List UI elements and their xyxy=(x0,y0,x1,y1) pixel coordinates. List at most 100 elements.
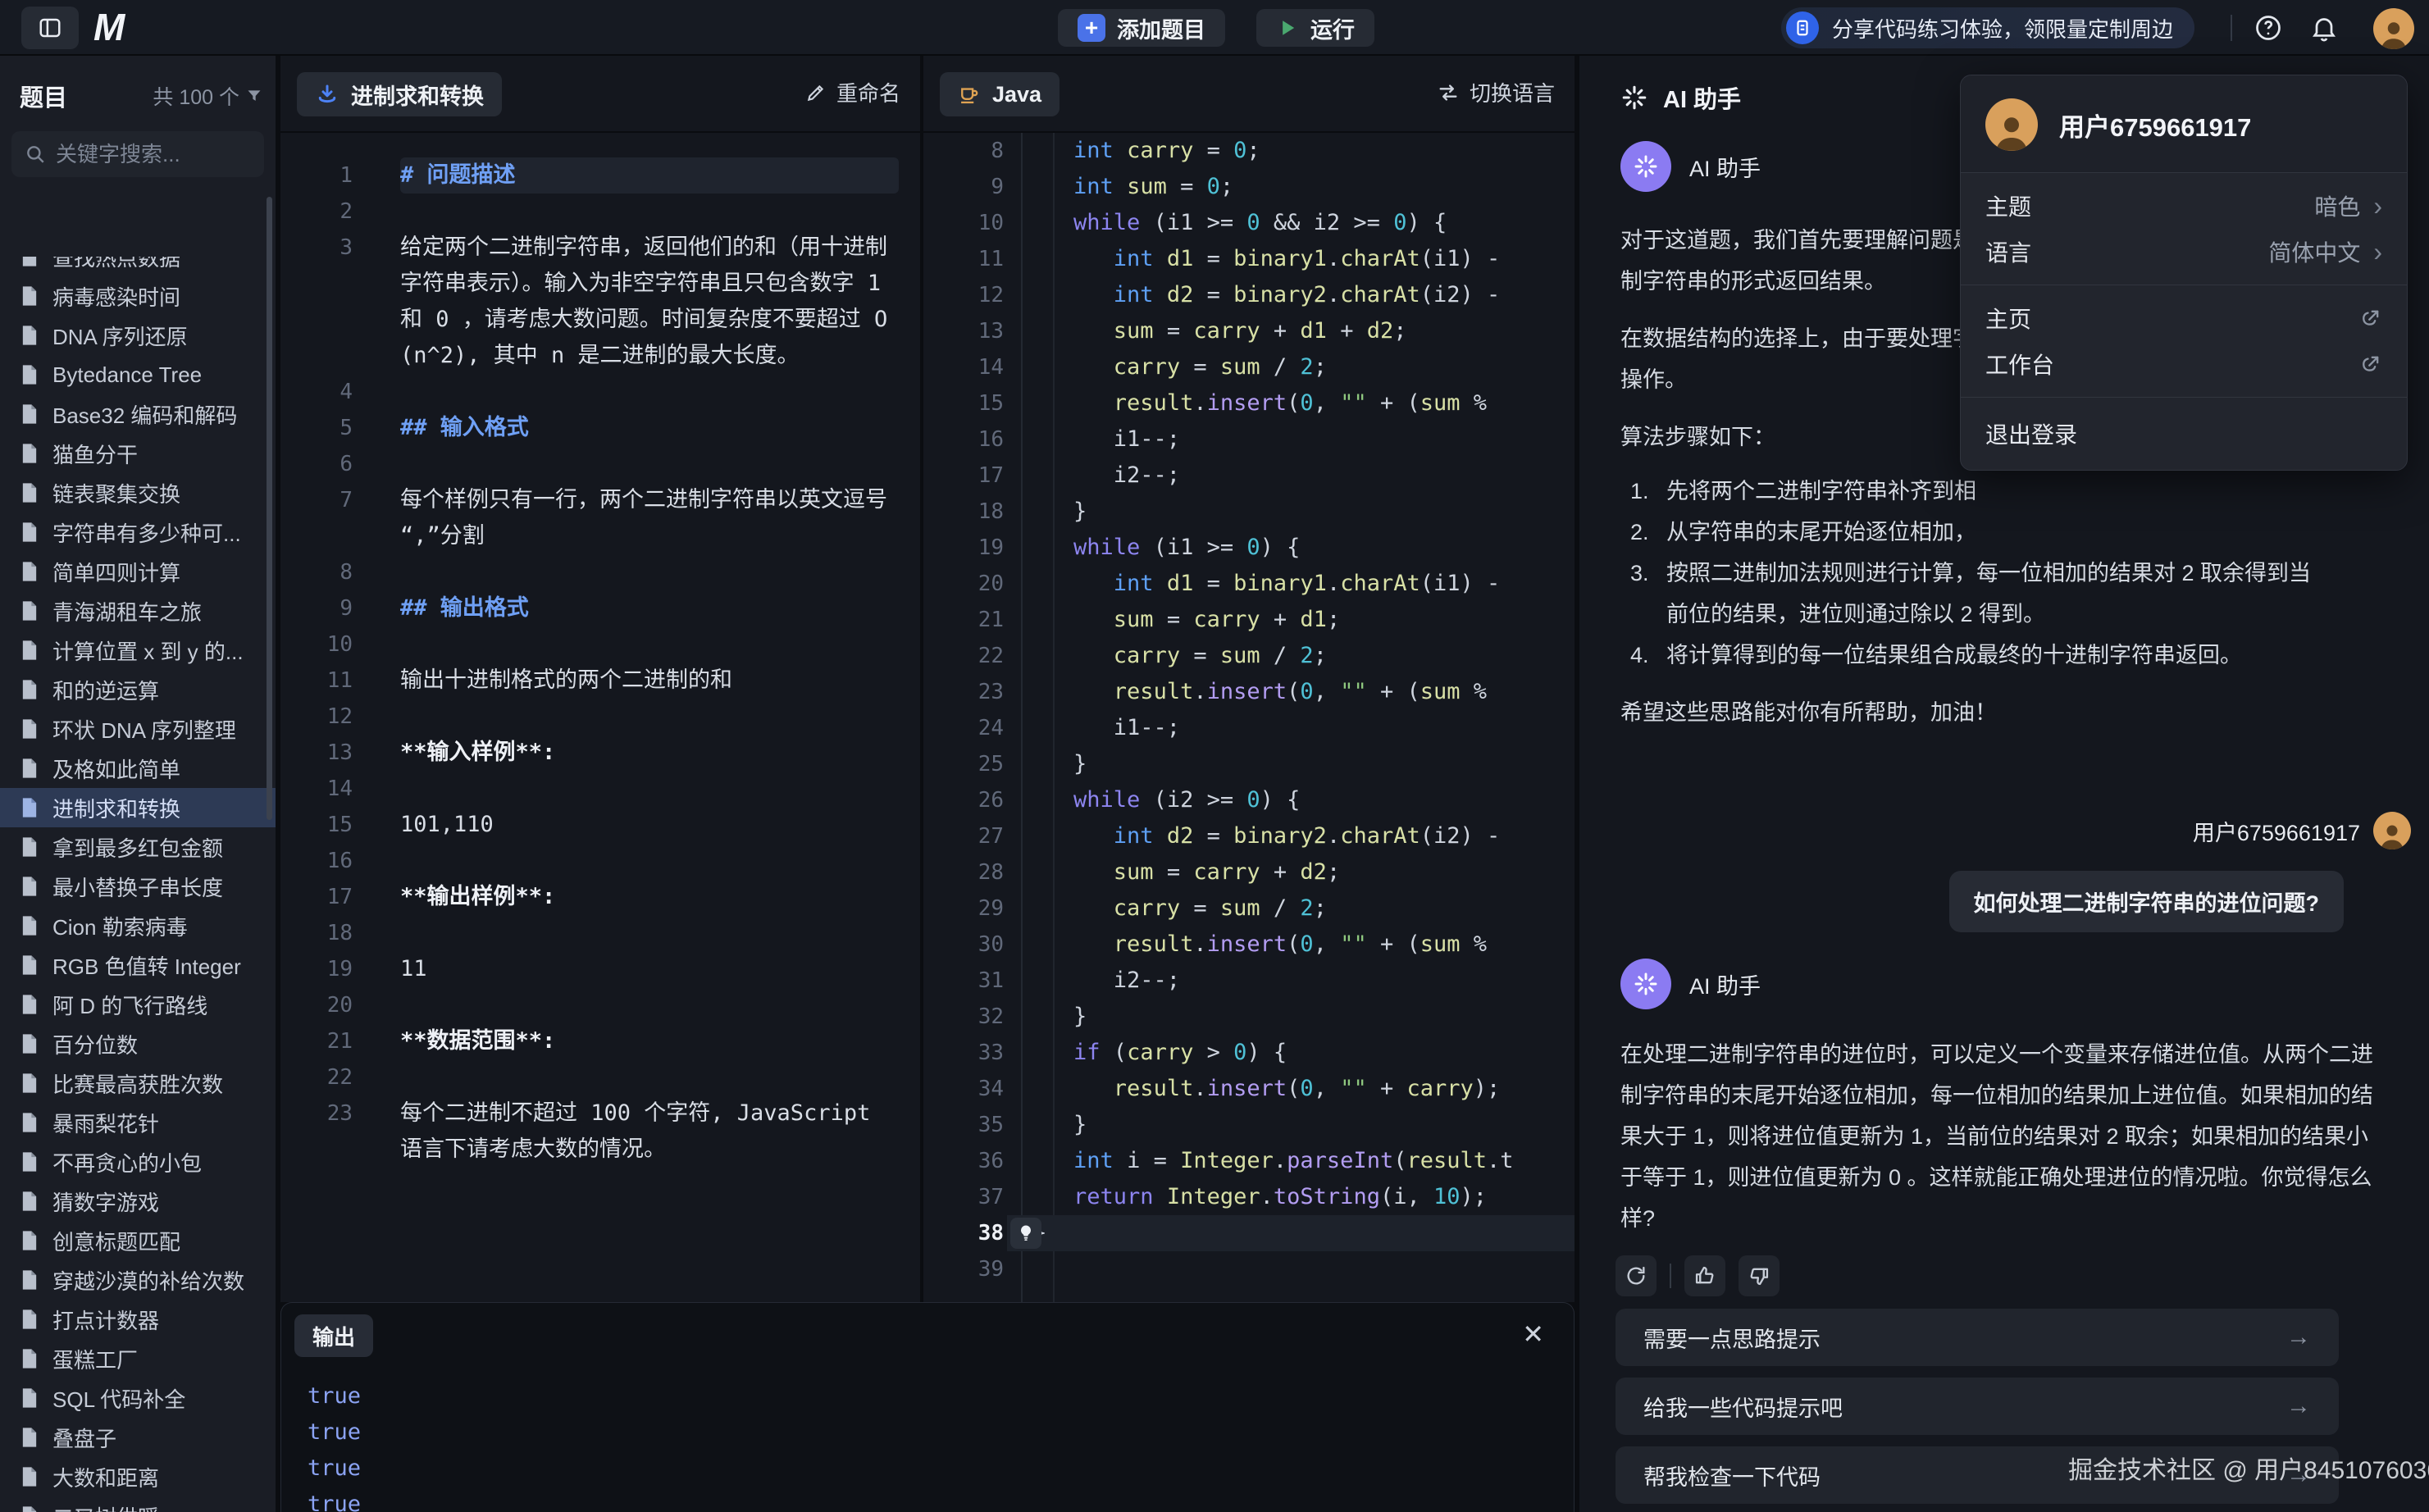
close-icon[interactable]: ✕ xyxy=(1522,1321,1544,1347)
menu-item-home[interactable]: 主页 xyxy=(1961,295,2407,341)
switch-language-button[interactable]: 切换语言 xyxy=(1437,77,1555,107)
sidebar-item[interactable]: 拿到最多红包金额 xyxy=(0,827,276,867)
sidebar-item[interactable]: 不再贪心的小包 xyxy=(0,1142,276,1182)
sidebar-item[interactable]: 比赛最高获胜次数 xyxy=(0,1063,276,1103)
sidebar-item[interactable]: 字符串有多少种可... xyxy=(0,512,276,552)
code-line-text: } xyxy=(1020,746,1087,782)
line-number: 20 xyxy=(923,566,1004,602)
menu-item-theme[interactable]: 主题 暗色 › xyxy=(1961,183,2407,229)
sidebar-item[interactable]: Cion 勒索病毒 xyxy=(0,906,276,945)
regenerate-button[interactable] xyxy=(1616,1255,1657,1296)
sidebar-item[interactable]: 阿 D 的飞行路线 xyxy=(0,985,276,1024)
ai-assistant-name: AI 助手 xyxy=(1689,968,1761,1000)
sidebar-item[interactable]: 叠盘子 xyxy=(0,1418,276,1457)
sidebar-item-label: 拿到最多红包金额 xyxy=(52,832,223,863)
user-dropdown-menu: 用户6759661917 主题 暗色 › 语言 简体中文 › 主页 工作台 xyxy=(1960,75,2408,471)
code-line-text: i2--; xyxy=(1020,963,1180,999)
problem-line: 1# 问题描述 xyxy=(280,157,920,194)
download-icon xyxy=(315,82,340,107)
sidebar-item[interactable]: 大数和距离 xyxy=(0,1457,276,1496)
problem-line: 10 xyxy=(280,626,920,663)
rename-button[interactable]: 重命名 xyxy=(805,77,900,107)
output-lines: truetruetruetrue xyxy=(308,1378,361,1512)
document-icon xyxy=(18,1505,41,1512)
sidebar-item[interactable]: 最小替换子串长度 xyxy=(0,867,276,906)
user-avatar[interactable] xyxy=(2373,8,2414,49)
document-icon xyxy=(18,717,41,740)
sidebar-item[interactable]: 创意标题匹配 xyxy=(0,1221,276,1260)
sidebar-item[interactable]: 查找热点数据 xyxy=(0,257,276,276)
sidebar-item[interactable]: 计算位置 x 到 y 的... xyxy=(0,631,276,670)
bell-icon[interactable] xyxy=(2309,13,2339,43)
sidebar-item[interactable]: 链表聚集交换 xyxy=(0,473,276,512)
sidebar-item[interactable]: 病毒感染时间 xyxy=(0,276,276,316)
topbar: M + 添加题目 运行 分享代码练习体验，领限量定制周边 xyxy=(0,0,2429,56)
suggestion-chip[interactable]: 给我一些代码提示吧→ xyxy=(1616,1378,2339,1435)
line-number: 30 xyxy=(923,927,1004,963)
thumbs-down-button[interactable] xyxy=(1739,1255,1780,1296)
sidebar-item[interactable]: 二叉树供暖 xyxy=(0,1496,276,1512)
sidebar-scrollbar[interactable] xyxy=(267,197,272,820)
code-line-text: while (i1 >= 0) { xyxy=(1020,530,1300,566)
problem-tab[interactable]: 进制求和转换 xyxy=(297,72,502,116)
app-logo[interactable]: M xyxy=(93,5,123,49)
sidebar-item[interactable]: 及格如此简单 xyxy=(0,749,276,788)
menu-item-workbench[interactable]: 工作台 xyxy=(1961,341,2407,387)
sidebar-item[interactable]: 环状 DNA 序列整理 xyxy=(0,709,276,749)
output-panel: 输出 ✕ truetruetruetrue xyxy=(280,1302,1575,1512)
promo-banner[interactable]: 分享代码练习体验，领限量定制周边 xyxy=(1781,7,2194,48)
document-icon xyxy=(18,285,41,307)
filter-icon[interactable] xyxy=(246,88,262,104)
menu-item-language[interactable]: 语言 简体中文 › xyxy=(1961,229,2407,275)
sidebar-item[interactable]: 猫鱼分干 xyxy=(0,434,276,473)
problem-line: 3给定两个二进制字符串，返回他们的和（用十进制字符串表示）。输入为非空字符串且只… xyxy=(280,230,920,374)
sidebar-item[interactable]: 和的逆运算 xyxy=(0,670,276,709)
run-button[interactable]: 运行 xyxy=(1256,9,1374,47)
sidebar-item[interactable]: Bytedance Tree xyxy=(0,355,276,394)
menu-item-logout[interactable]: 退出登录 xyxy=(1961,408,2407,460)
line-number: 17 xyxy=(923,458,1004,494)
sidebar-item[interactable]: RGB 色值转 Integer xyxy=(0,945,276,985)
search-box[interactable] xyxy=(11,131,264,177)
sidebar-item[interactable]: 进制求和转换 xyxy=(0,788,276,827)
sidebar-item[interactable]: SQL 代码补全 xyxy=(0,1378,276,1418)
document-icon xyxy=(18,403,41,426)
help-icon[interactable] xyxy=(2254,13,2283,43)
sidebar-item[interactable]: 暴雨梨花针 xyxy=(0,1103,276,1142)
sidebar-item[interactable]: Base32 编码和解码 xyxy=(0,394,276,434)
lightbulb-icon[interactable] xyxy=(1010,1218,1041,1249)
output-tab[interactable]: 输出 xyxy=(294,1314,373,1357)
search-input[interactable] xyxy=(56,142,251,167)
line-number: 7 xyxy=(280,482,353,518)
sidebar-item-label: Bytedance Tree xyxy=(52,362,202,388)
code-line-text: sum = carry + d2; xyxy=(1020,854,1340,890)
line-number: 6 xyxy=(280,446,353,482)
language-tab[interactable]: Java xyxy=(940,72,1060,116)
problem-line: 5## 输入格式 xyxy=(280,410,920,446)
line-number: 14 xyxy=(923,349,1004,385)
sidebar-item[interactable]: 穿越沙漠的补给次数 xyxy=(0,1260,276,1300)
problem-line: 22 xyxy=(280,1059,920,1095)
code-line-text: carry = sum / 2; xyxy=(1020,890,1327,927)
code-line-text: carry = sum / 2; xyxy=(1020,638,1327,674)
problem-line: 23每个二进制不超过 100 个字符, JavaScript 语言下请考虑大数的… xyxy=(280,1095,920,1168)
line-number: 16 xyxy=(280,843,353,879)
sidebar-item[interactable]: 简单四则计算 xyxy=(0,552,276,591)
problem-editor[interactable]: 1# 问题描述23给定两个二进制字符串，返回他们的和（用十进制字符串表示）。输入… xyxy=(280,131,920,1302)
code-line: 16 i1--; xyxy=(923,421,1575,458)
sidebar-item[interactable]: 猜数字游戏 xyxy=(0,1182,276,1221)
sidebar-toggle-button[interactable] xyxy=(21,7,79,49)
document-icon xyxy=(18,796,41,819)
sidebar-item[interactable]: 打点计数器 xyxy=(0,1300,276,1339)
sidebar-item[interactable]: 百分位数 xyxy=(0,1024,276,1063)
sidebar-item-label: Base32 编码和解码 xyxy=(52,399,237,430)
menu-username: 用户6759661917 xyxy=(2059,107,2251,143)
thumbs-up-button[interactable] xyxy=(1684,1255,1725,1296)
sidebar-item[interactable]: DNA 序列还原 xyxy=(0,316,276,355)
code-editor[interactable]: 8 int carry = 0;9 int sum = 0;10 while (… xyxy=(923,131,1575,1302)
sidebar-item[interactable]: 青海湖租车之旅 xyxy=(0,591,276,631)
sidebar-item-label: 比赛最高获胜次数 xyxy=(52,1068,223,1099)
add-problem-button[interactable]: + 添加题目 xyxy=(1058,9,1225,47)
sidebar-item[interactable]: 蛋糕工厂 xyxy=(0,1339,276,1378)
suggestion-chip[interactable]: 需要一点思路提示→ xyxy=(1616,1309,2339,1366)
